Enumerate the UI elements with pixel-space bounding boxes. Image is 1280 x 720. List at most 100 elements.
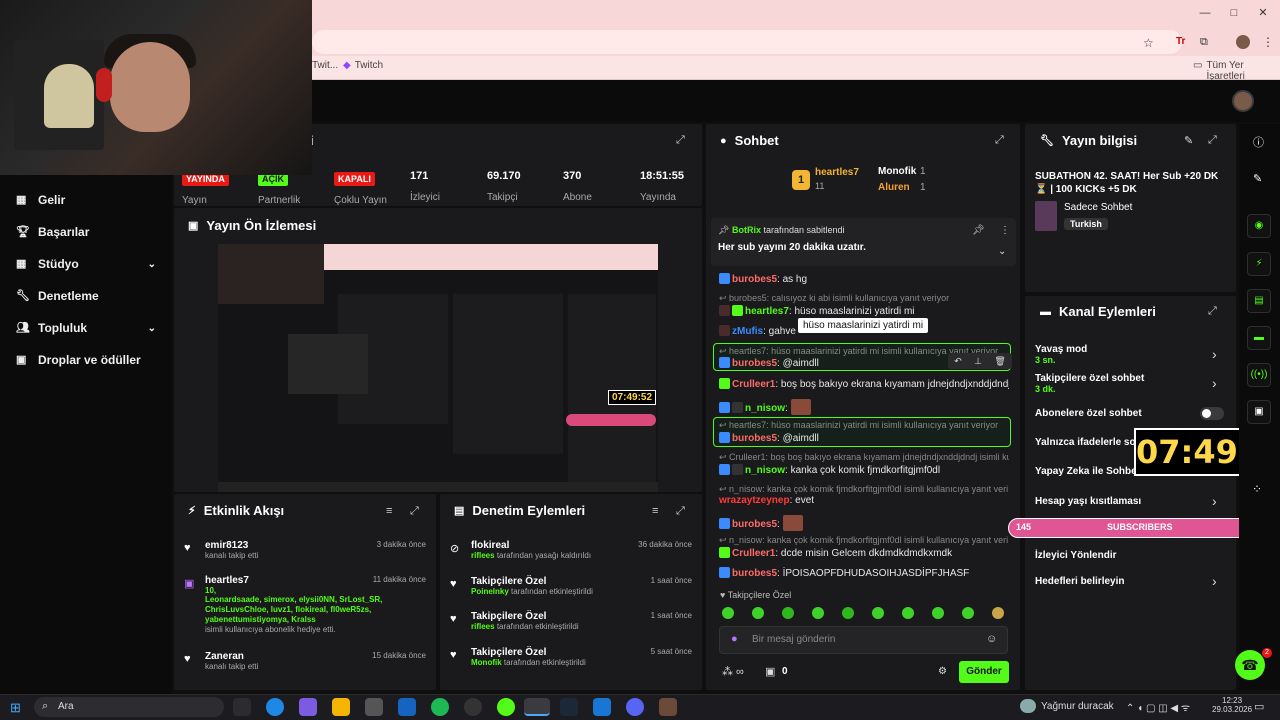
reply-icon[interactable]: ↶ bbox=[954, 356, 962, 367]
minimize-button[interactable]: — bbox=[1198, 6, 1212, 20]
account-age-restriction[interactable]: Hesap yaşı kısıtlaması bbox=[1035, 496, 1141, 507]
profile-icon[interactable] bbox=[1236, 35, 1250, 49]
expand-icon[interactable]: ⤢ bbox=[410, 505, 419, 518]
mail-icon[interactable] bbox=[398, 698, 416, 716]
kick-icon[interactable] bbox=[497, 698, 515, 716]
emote-1[interactable] bbox=[722, 607, 734, 619]
stream-preview[interactable]: 07:49:52 bbox=[218, 244, 658, 492]
top-gifter-1[interactable]: heartles7 bbox=[815, 167, 859, 178]
bookmark-truncated[interactable]: Twit... bbox=[312, 60, 338, 71]
emote-7[interactable] bbox=[902, 607, 914, 619]
maximize-button[interactable]: □ bbox=[1227, 6, 1241, 20]
bookmark-twitch[interactable]: ◆ Twitch bbox=[343, 60, 383, 71]
set-goals[interactable]: Hedefleri belirleyin bbox=[1035, 576, 1124, 587]
filter-icon[interactable]: ≡ bbox=[386, 505, 392, 517]
emote-6[interactable] bbox=[872, 607, 884, 619]
chevron-down-icon[interactable]: ⌄ bbox=[998, 246, 1006, 257]
emote-9[interactable] bbox=[962, 607, 974, 619]
chevron-right-icon[interactable]: › bbox=[1212, 346, 1217, 362]
edge-icon[interactable] bbox=[266, 698, 284, 716]
discord-icon[interactable] bbox=[626, 698, 644, 716]
slow-mode[interactable]: Yavaş mod 3 sn. bbox=[1035, 344, 1087, 365]
app2-icon[interactable] bbox=[593, 698, 611, 716]
chat-message[interactable]: burobes5: bbox=[719, 515, 1009, 531]
clock[interactable]: 12:23 29.03.2026 bbox=[1212, 696, 1252, 714]
notification-icon[interactable]: ▭ bbox=[1254, 700, 1264, 713]
chat-message[interactable]: burobes5: @aimdll bbox=[719, 432, 1009, 444]
chevron-right-icon[interactable]: › bbox=[1212, 573, 1217, 589]
emote-2[interactable] bbox=[752, 607, 764, 619]
settings-icon[interactable]: ⚙ bbox=[938, 666, 947, 677]
broadcast-icon[interactable]: ((•)) bbox=[1247, 363, 1271, 387]
app-icon[interactable] bbox=[365, 698, 383, 716]
url-field[interactable] bbox=[312, 30, 1182, 54]
chat-message[interactable]: Crulleer1: boş boş bakıyo ekrana kıyamam… bbox=[719, 378, 1009, 390]
mic-icon[interactable]: ● bbox=[731, 633, 738, 645]
windows-start-icon[interactable]: ⊞ bbox=[10, 700, 21, 716]
chat-message[interactable]: burobes5: as hg bbox=[719, 273, 1009, 285]
chat-message[interactable]: n_nisow: bbox=[719, 399, 1009, 415]
sidebar-item-topluluk[interactable]: 👥︎ Topluluk ⌄ bbox=[16, 318, 156, 338]
sidebar-item-studyo[interactable]: ▦ Stüdyo ⌄ bbox=[16, 254, 156, 274]
menu-icon[interactable]: ⋮ bbox=[1262, 35, 1274, 49]
chevron-right-icon[interactable]: › bbox=[1212, 493, 1217, 509]
info-icon[interactable]: ⓘ bbox=[1253, 134, 1264, 150]
lightning-icon[interactable]: ⚡︎ bbox=[1247, 252, 1271, 276]
chat-message[interactable]: wrazaytzeynep: evet bbox=[719, 495, 1009, 506]
points-icon[interactable]: ⁂ ∞ bbox=[722, 665, 744, 678]
gift-icon[interactable]: ▣ bbox=[765, 665, 775, 678]
emote-5[interactable] bbox=[842, 607, 854, 619]
expand-icon[interactable]: ⤢ bbox=[995, 134, 1004, 147]
chat-message[interactable]: heartles7: hüso maaslarinizi yatirdi mi bbox=[719, 305, 1009, 317]
obs-icon[interactable] bbox=[464, 698, 482, 716]
camera-icon[interactable]: ◉ bbox=[1247, 214, 1271, 238]
star-icon[interactable]: ☆ bbox=[1143, 36, 1154, 50]
chevron-right-icon[interactable]: › bbox=[1212, 375, 1217, 391]
chat-icon[interactable]: ▬ bbox=[1247, 326, 1271, 350]
raid-viewers[interactable]: İzleyici Yönlendir bbox=[1035, 550, 1117, 561]
emote-8[interactable] bbox=[932, 607, 944, 619]
emoji-icon[interactable]: ☺ bbox=[986, 633, 997, 645]
followers-only-chat[interactable]: Takipçilere özel sohbet 3 dk. bbox=[1035, 373, 1144, 394]
expand-icon[interactable]: ⤢ bbox=[676, 134, 685, 147]
sidebar-item-gelir[interactable]: ▦ Gelir bbox=[16, 190, 65, 210]
edit-icon[interactable]: ✎ bbox=[1184, 134, 1193, 147]
expand-icon[interactable]: ⤢ bbox=[1208, 134, 1217, 147]
all-bookmarks[interactable]: ▭ Tüm Yer İşaretleri bbox=[1193, 60, 1280, 82]
sidebar-item-basarilar[interactable]: 🏆︎ Başarılar bbox=[16, 222, 89, 242]
support-button[interactable]: ☎ bbox=[1235, 650, 1265, 680]
chat-message[interactable]: burobes5: İPOISAOPFDHUDASOIHJASDİPFJHASF bbox=[719, 567, 1009, 579]
extension-icon[interactable]: Tr bbox=[1176, 36, 1185, 47]
clipboard-icon[interactable]: ▤ bbox=[1247, 289, 1271, 313]
category-name[interactable]: Sadece Sohbet bbox=[1064, 202, 1132, 213]
sidebar-item-denetleme[interactable]: 🔧︎ Denetleme bbox=[16, 286, 99, 306]
emote-4[interactable] bbox=[812, 607, 824, 619]
explorer-icon[interactable] bbox=[332, 698, 350, 716]
ai-chat[interactable]: Yapay Zeka ile Sohbet bbox=[1035, 466, 1140, 477]
top-gifter-3[interactable]: Aluren bbox=[878, 182, 910, 193]
save-icon[interactable]: ▣ bbox=[1247, 400, 1271, 424]
chrome-icon[interactable] bbox=[524, 698, 550, 716]
pencil-icon[interactable]: ✎ bbox=[1253, 172, 1262, 185]
tag-turkish[interactable]: Turkish bbox=[1064, 218, 1108, 230]
send-button[interactable]: Gönder bbox=[959, 661, 1009, 683]
emote-3[interactable] bbox=[782, 607, 794, 619]
close-window-button[interactable]: ✕ bbox=[1256, 6, 1270, 20]
chat-message[interactable]: Crulleer1: dcde misin Gelcem dkdmdkdmdkx… bbox=[719, 547, 1009, 559]
top-gifter-2[interactable]: Monofik bbox=[878, 166, 916, 177]
dots-icon[interactable]: ⁘ bbox=[1252, 482, 1262, 496]
steam-icon[interactable] bbox=[560, 698, 578, 716]
spotify-icon[interactable] bbox=[431, 698, 449, 716]
filter-icon[interactable]: ≡ bbox=[652, 505, 658, 517]
chat-message[interactable]: burobes5: @aimdll bbox=[719, 357, 939, 369]
expand-icon[interactable]: ⤢ bbox=[1208, 305, 1217, 318]
weather-text[interactable]: Yağmur duracak bbox=[1041, 701, 1114, 712]
copilot-icon[interactable] bbox=[299, 698, 317, 716]
task-view-icon[interactable] bbox=[233, 698, 251, 716]
user-avatar[interactable] bbox=[1232, 90, 1254, 112]
more-icon[interactable]: ⋮ bbox=[1000, 225, 1010, 236]
trash-icon[interactable]: 🗑︎ bbox=[994, 356, 1005, 367]
subscribers-only-toggle[interactable] bbox=[1200, 407, 1224, 420]
chat-message[interactable]: n_nisow: kanka çok komik fjmdkorfitgjmf0… bbox=[719, 464, 1009, 476]
puzzle-icon[interactable]: ⧉ bbox=[1200, 36, 1208, 49]
